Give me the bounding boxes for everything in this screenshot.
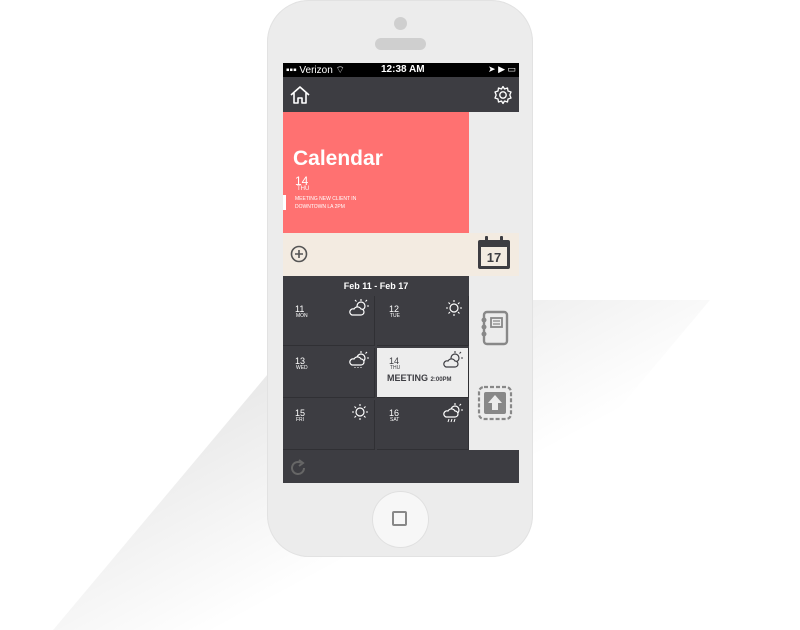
bottom-bar — [283, 450, 519, 483]
earpiece-speaker — [375, 38, 426, 50]
day-event: MEETING 2:00PM — [387, 373, 452, 383]
notes-icon[interactable] — [479, 310, 509, 346]
card-day-name: THU — [297, 186, 310, 192]
partly-cloudy-icon — [349, 351, 369, 368]
day-cell-mon[interactable]: 11 MON — [283, 296, 375, 346]
status-time: 12:38 AM — [381, 64, 425, 75]
status-bar: ▪▪▪ Verizon ⌔ 12:38 AM ➤ ▶ ▭ — [283, 63, 519, 77]
card-event: MEETING NEW CLIENT IN DOWNTOWN LA 2PM — [295, 195, 405, 211]
day-cell-sat[interactable]: 16 SAT — [377, 400, 469, 450]
day-cell-thu[interactable]: 14 THU MEETING 2:00PM — [377, 348, 469, 398]
event-time: 2:00PM — [430, 377, 452, 383]
top-bar — [283, 77, 519, 112]
partly-cloudy-icon — [443, 351, 463, 368]
sun-icon — [446, 300, 462, 316]
plus-circle-icon[interactable] — [290, 245, 308, 263]
refresh-icon[interactable] — [289, 459, 307, 477]
week-grid: 11 MON 12 TUE 13 WED 14 THU MEETING 2:00… — [283, 296, 469, 450]
calendar-app-icon[interactable]: 17 — [476, 235, 512, 271]
home-icon[interactable] — [289, 85, 311, 105]
day-cell-fri[interactable]: 15 FRI — [283, 400, 375, 450]
day-cell-wed[interactable]: 13 WED — [283, 348, 375, 398]
status-icons: ➤ ▶ ▭ — [488, 64, 516, 74]
home-button-square — [392, 511, 407, 526]
event-title: MEETING — [387, 373, 429, 383]
calendar-badge-number: 17 — [487, 250, 501, 265]
day-cell-tue[interactable]: 12 TUE — [377, 296, 469, 346]
card-event-line: MEETING NEW CLIENT IN — [295, 196, 357, 202]
day-name: THU — [390, 365, 401, 371]
day-name: TUE — [390, 313, 400, 319]
sun-icon — [352, 404, 368, 420]
card-event-line: DOWNTOWN LA 2PM — [295, 204, 345, 210]
calendar-card[interactable]: Calendar 14 THU MEETING NEW CLIENT IN DO… — [283, 112, 469, 233]
gear-icon[interactable] — [493, 85, 513, 105]
partly-cloudy-icon — [349, 299, 369, 316]
carrier-label: ▪▪▪ Verizon ⌔ — [286, 65, 345, 76]
home-button[interactable] — [373, 492, 428, 547]
card-title: Calendar — [293, 147, 383, 170]
day-name: SAT — [390, 417, 400, 423]
upload-icon[interactable] — [477, 385, 513, 421]
week-range-header: Feb 11 - Feb 17 — [283, 276, 469, 296]
day-name: WED — [296, 365, 308, 371]
phone-screen: ▪▪▪ Verizon ⌔ 12:38 AM ➤ ▶ ▭ Calendar 14… — [283, 63, 519, 483]
day-name: MON — [296, 313, 308, 319]
rain-cloud-icon — [443, 403, 463, 423]
day-name: FRI — [296, 417, 305, 423]
card-marker — [283, 195, 286, 210]
front-camera — [394, 17, 407, 30]
